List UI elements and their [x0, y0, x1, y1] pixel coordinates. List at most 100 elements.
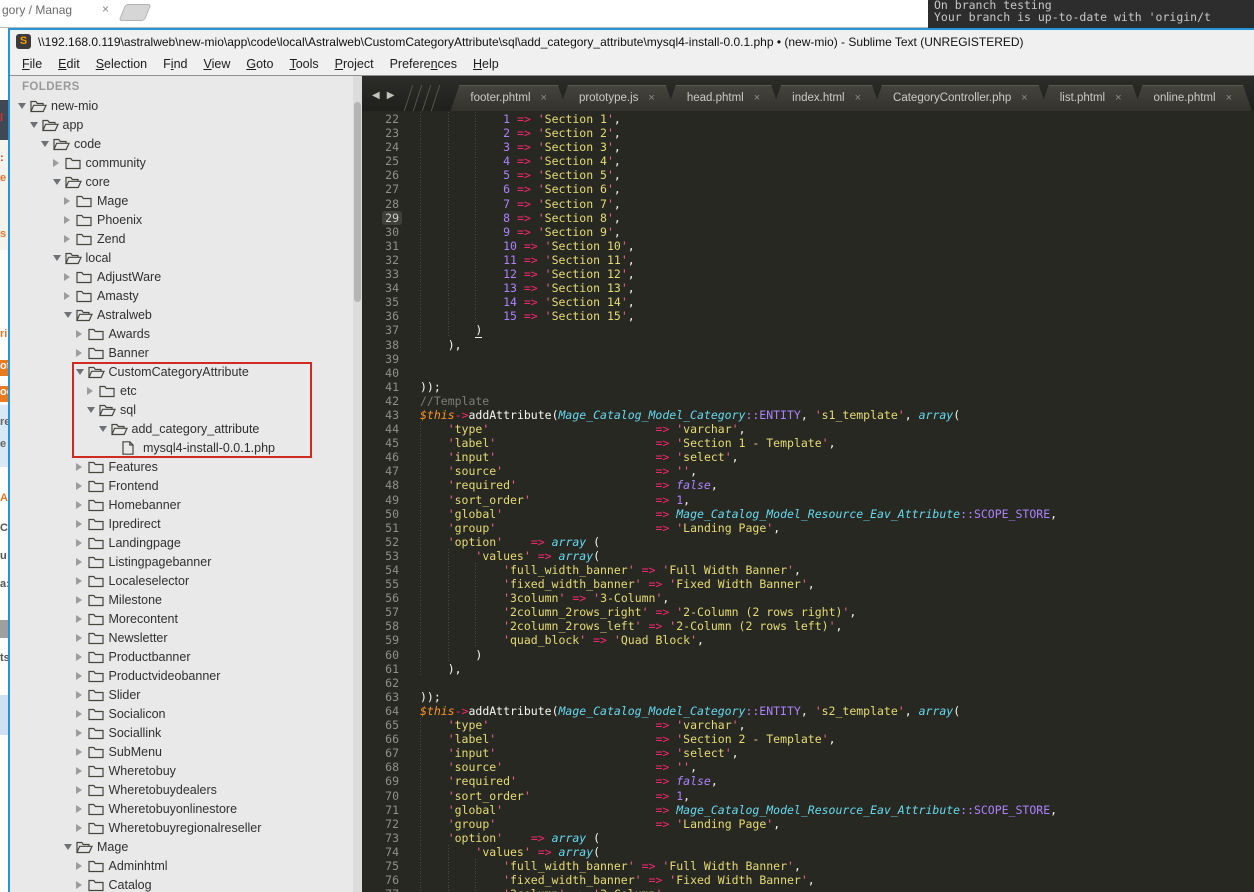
- tree-item-Newsletter[interactable]: Newsletter: [10, 628, 362, 647]
- chevron-right-icon[interactable]: [75, 671, 88, 680]
- chevron-right-icon[interactable]: [64, 291, 76, 300]
- tree-item-Productvideobanner[interactable]: Productvideobanner: [10, 666, 362, 685]
- tab-close-icon[interactable]: ×: [754, 92, 760, 104]
- tree-item-Mage[interactable]: Mage: [10, 837, 362, 856]
- chevron-right-icon[interactable]: [75, 861, 88, 870]
- chevron-right-icon[interactable]: [75, 462, 88, 471]
- tab-head.phtml[interactable]: head.phtml ×: [667, 85, 780, 111]
- tree-item-Adminhtml[interactable]: Adminhtml: [10, 856, 362, 875]
- chevron-down-icon[interactable]: [64, 843, 76, 850]
- chevron-down-icon[interactable]: [52, 178, 65, 185]
- chevron-right-icon[interactable]: [75, 329, 88, 338]
- tab-index.html[interactable]: index.html ×: [772, 85, 881, 111]
- chevron-down-icon[interactable]: [64, 311, 76, 318]
- tab-close-icon[interactable]: ×: [541, 92, 547, 104]
- tree-item-Wheretobuyonlinestore[interactable]: Wheretobuyonlinestore: [10, 799, 362, 818]
- tree-item-Mage[interactable]: Mage: [10, 191, 362, 210]
- tree-item-mysql4-install-0.0.1.php[interactable]: mysql4-install-0.0.1.php: [10, 438, 362, 457]
- tab-close-icon[interactable]: ×: [1226, 92, 1232, 104]
- chevron-right-icon[interactable]: [64, 272, 76, 281]
- code-area[interactable]: 22 1 => 'Section 1', 23 2 => 'Section 2', 24…: [362, 111, 1254, 892]
- chevron-right-icon[interactable]: [75, 348, 88, 357]
- tree-item-Wheretobuy[interactable]: Wheretobuy: [10, 761, 362, 780]
- menu-item-edit[interactable]: Edit: [50, 55, 88, 73]
- chevron-down-icon[interactable]: [18, 102, 30, 109]
- chevron-down-icon[interactable]: [52, 254, 65, 261]
- chevron-right-icon[interactable]: [75, 804, 88, 813]
- tree-item-sql[interactable]: sql: [10, 400, 362, 419]
- sidebar-scrollbar[interactable]: [353, 76, 362, 892]
- title-bar[interactable]: S \\192.168.0.119\astralweb\new-mio\app\…: [10, 30, 1254, 53]
- tab-online.phtml[interactable]: online.phtml ×: [1134, 85, 1252, 111]
- menu-item-tools[interactable]: Tools: [281, 55, 326, 73]
- chevron-right-icon[interactable]: [75, 633, 88, 642]
- tree-item-Wheretobuydealers[interactable]: Wheretobuydealers: [10, 780, 362, 799]
- tree-item-Landingpage[interactable]: Landingpage: [10, 533, 362, 552]
- chevron-down-icon[interactable]: [41, 140, 53, 147]
- tree-item-code[interactable]: code: [10, 134, 362, 153]
- tree-item-core[interactable]: core: [10, 172, 362, 191]
- tab-CategoryController.php[interactable]: CategoryController.php ×: [873, 85, 1048, 111]
- tree-item-add_category_attribute[interactable]: add_category_attribute: [10, 419, 362, 438]
- menu-item-goto[interactable]: Goto: [238, 55, 281, 73]
- chevron-right-icon[interactable]: [64, 196, 76, 205]
- tree-item-Milestone[interactable]: Milestone: [10, 590, 362, 609]
- menu-item-project[interactable]: Project: [327, 55, 382, 73]
- tree-item-Homebanner[interactable]: Homebanner: [10, 495, 362, 514]
- tree-item-AdjustWare[interactable]: AdjustWare: [10, 267, 362, 286]
- tree-item-Morecontent[interactable]: Morecontent: [10, 609, 362, 628]
- tree-item-Phoenix[interactable]: Phoenix: [10, 210, 362, 229]
- tree-item-CustomCategoryAttribute[interactable]: CustomCategoryAttribute: [10, 362, 362, 381]
- tab-prototype.js[interactable]: prototype.js ×: [559, 85, 675, 111]
- chevron-down-icon[interactable]: [98, 425, 111, 432]
- chevron-right-icon[interactable]: [75, 709, 88, 718]
- tab-close-icon[interactable]: ×: [855, 92, 861, 104]
- tree-item-Socialicon[interactable]: Socialicon: [10, 704, 362, 723]
- chevron-right-icon[interactable]: [75, 823, 88, 832]
- tree-item-Awards[interactable]: Awards: [10, 324, 362, 343]
- chevron-right-icon[interactable]: [75, 614, 88, 623]
- chevron-right-icon[interactable]: [75, 690, 88, 699]
- chevron-right-icon[interactable]: [75, 766, 88, 775]
- background-terminal-window[interactable]: On branch testing Your branch is up-to-d…: [928, 0, 1254, 28]
- new-tab-button[interactable]: [118, 4, 152, 21]
- chevron-right-icon[interactable]: [52, 158, 65, 167]
- tab-scroll-left-icon[interactable]: ◀: [372, 90, 380, 101]
- menu-item-view[interactable]: View: [195, 55, 238, 73]
- chevron-right-icon[interactable]: [75, 500, 88, 509]
- chevron-right-icon[interactable]: [64, 234, 76, 243]
- chevron-right-icon[interactable]: [75, 785, 88, 794]
- tree-item-new-mio[interactable]: new-mio: [10, 96, 362, 115]
- chevron-down-icon[interactable]: [87, 406, 99, 413]
- chevron-down-icon[interactable]: [29, 121, 42, 128]
- sidebar-scrollbar-thumb[interactable]: [354, 102, 361, 302]
- chevron-right-icon[interactable]: [75, 538, 88, 547]
- sidebar[interactable]: FOLDERS new-mio app code community core Mage P…: [10, 76, 362, 892]
- chevron-right-icon[interactable]: [75, 728, 88, 737]
- tree-item-Zend[interactable]: Zend: [10, 229, 362, 248]
- tree-item-Listingpagebanner[interactable]: Listingpagebanner: [10, 552, 362, 571]
- tab-scroll-right-icon[interactable]: ▶: [387, 90, 395, 101]
- tree-item-Frontend[interactable]: Frontend: [10, 476, 362, 495]
- chevron-right-icon[interactable]: [75, 576, 88, 585]
- chevron-right-icon[interactable]: [87, 386, 99, 395]
- chevron-right-icon[interactable]: [75, 595, 88, 604]
- tree-item-Productbanner[interactable]: Productbanner: [10, 647, 362, 666]
- tab-close-icon[interactable]: ×: [1021, 92, 1027, 104]
- tree-item-Features[interactable]: Features: [10, 457, 362, 476]
- chevron-down-icon[interactable]: [75, 368, 88, 375]
- tab-close-icon[interactable]: ×: [1115, 92, 1121, 104]
- tree-item-local[interactable]: local: [10, 248, 362, 267]
- tree-item-etc[interactable]: etc: [10, 381, 362, 400]
- tab-close-icon[interactable]: ×: [648, 92, 654, 104]
- menu-item-help[interactable]: Help: [465, 55, 507, 73]
- tree-item-SubMenu[interactable]: SubMenu: [10, 742, 362, 761]
- tree-item-community[interactable]: community: [10, 153, 362, 172]
- chevron-right-icon[interactable]: [75, 557, 88, 566]
- tree-item-app[interactable]: app: [10, 115, 362, 134]
- chevron-right-icon[interactable]: [75, 652, 88, 661]
- menu-item-preferences[interactable]: Preferences: [382, 55, 465, 73]
- tree-item-Slider[interactable]: Slider: [10, 685, 362, 704]
- browser-tab-close-icon[interactable]: ×: [102, 2, 109, 16]
- chevron-right-icon[interactable]: [75, 747, 88, 756]
